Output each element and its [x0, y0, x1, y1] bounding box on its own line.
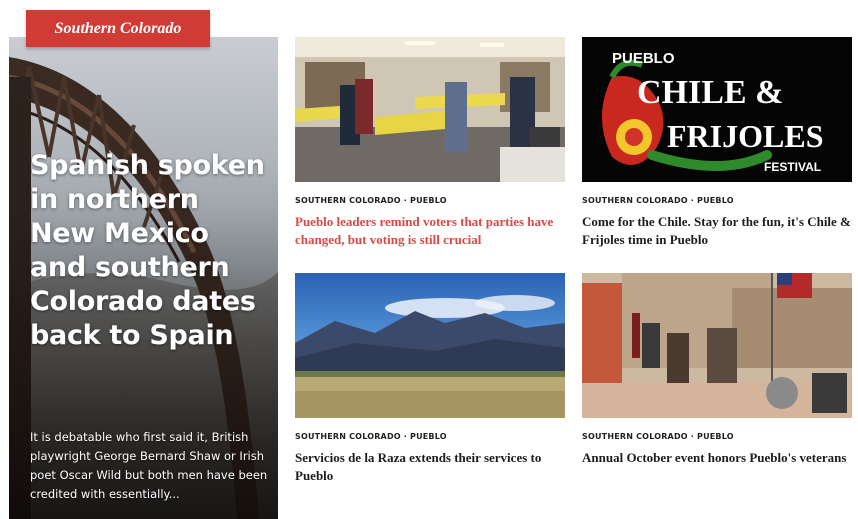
story-headline[interactable]: Come for the Chile. Stay for the fun, it… — [582, 213, 852, 249]
story-thumbnail[interactable] — [582, 273, 852, 418]
festival-logo-line1: PUEBLO — [612, 50, 675, 67]
festival-logo-line4: FESTIVAL — [764, 160, 821, 174]
section-label[interactable]: Southern Colorado — [26, 10, 210, 47]
story-category[interactable]: SOUTHERN COLORADO · PUEBLO — [582, 196, 852, 205]
story-card-chile-festival[interactable]: PUEBLO CHILE & FRIJOLES FESTIVAL SOUTHER… — [582, 37, 852, 249]
festival-logo-line3: FRIJOLES — [667, 118, 823, 154]
festival-logo-graphic: PUEBLO CHILE & FRIJOLES FESTIVAL — [602, 50, 823, 174]
story-category[interactable]: SOUTHERN COLORADO · PUEBLO — [582, 432, 852, 441]
mountain-landscape-photo — [295, 295, 565, 418]
veterans-memorial-photo — [582, 273, 852, 418]
feature-story-card[interactable]: Spanish spoken in northern New Mexico an… — [9, 37, 278, 519]
story-thumbnail[interactable] — [295, 273, 565, 418]
story-thumbnail[interactable] — [295, 37, 565, 182]
feature-headline[interactable]: Spanish spoken in northern New Mexico an… — [30, 149, 270, 353]
story-headline[interactable]: Servicios de la Raza extends their servi… — [295, 449, 565, 485]
story-headline[interactable]: Annual October event honors Pueblo's vet… — [582, 449, 852, 467]
story-category[interactable]: SOUTHERN COLORADO · PUEBLO — [295, 432, 565, 441]
story-thumbnail[interactable]: PUEBLO CHILE & FRIJOLES FESTIVAL — [582, 37, 852, 182]
festival-logo-line2: CHILE & — [637, 74, 783, 111]
story-card-servicios[interactable]: SOUTHERN COLORADO · PUEBLO Servicios de … — [295, 273, 565, 485]
feature-excerpt: It is debatable who first said it, Briti… — [30, 430, 268, 501]
story-category[interactable]: SOUTHERN COLORADO · PUEBLO — [295, 196, 565, 205]
polling-place-photo — [295, 37, 565, 182]
story-card-veterans[interactable]: SOUTHERN COLORADO · PUEBLO Annual Octobe… — [582, 273, 852, 467]
story-card-polling[interactable]: SOUTHERN COLORADO · PUEBLO Pueblo leader… — [295, 37, 565, 249]
story-headline[interactable]: Pueblo leaders remind voters that partie… — [295, 213, 565, 249]
